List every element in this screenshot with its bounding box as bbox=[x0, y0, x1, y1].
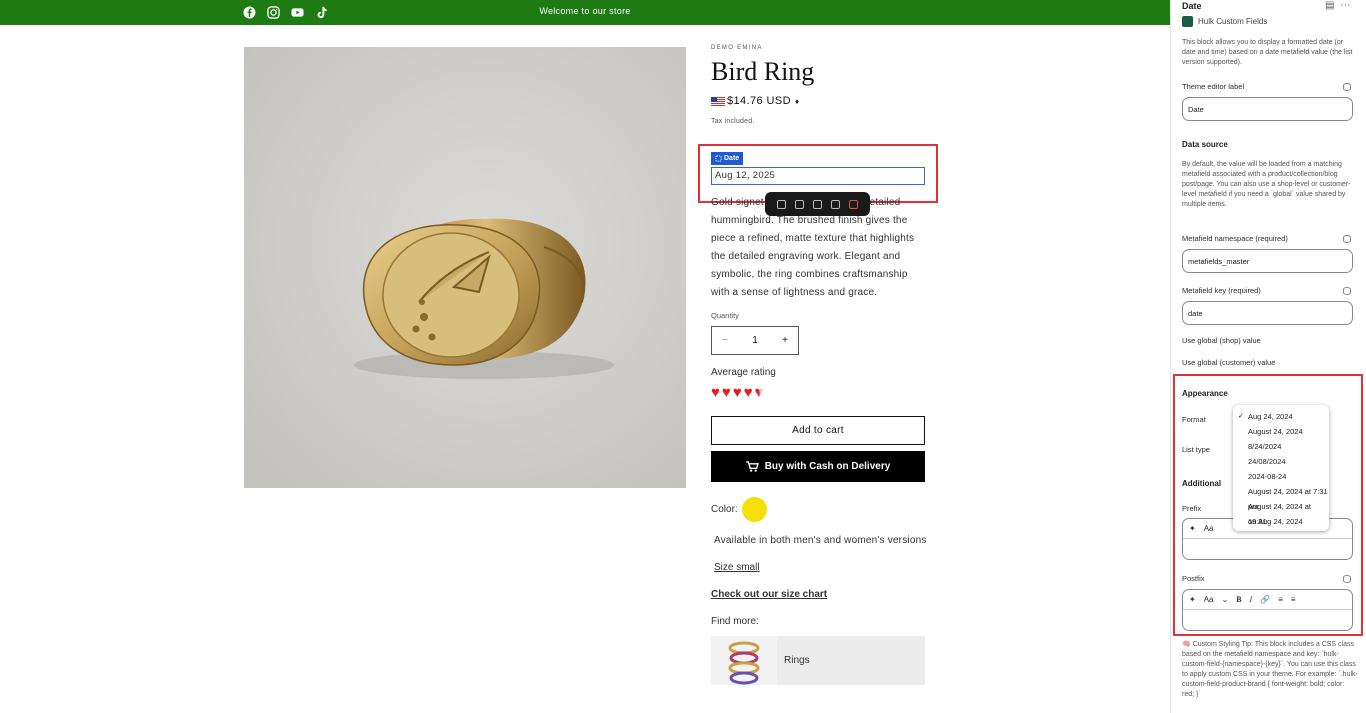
format-option[interactable]: Aug 24, 2024 bbox=[1233, 409, 1329, 424]
tax-note: Tax included. bbox=[711, 118, 755, 125]
format-option[interactable]: 8/24/2024 bbox=[1233, 439, 1329, 454]
font-style-button[interactable]: Aa bbox=[1204, 524, 1214, 533]
namespace-label: Metafield namespace (required) bbox=[1182, 234, 1288, 243]
rating-label: Average rating bbox=[711, 367, 776, 378]
magic-icon[interactable]: ✦ bbox=[1189, 595, 1196, 604]
panel-title: Date bbox=[1182, 1, 1202, 11]
data-source-text: By default, the value will be loaded fro… bbox=[1182, 161, 1351, 208]
block-intro: This block allows you to display a forma… bbox=[1182, 39, 1353, 66]
data-source-title: Data source bbox=[1182, 140, 1228, 149]
heart-icon: ♥ bbox=[711, 384, 720, 401]
global-customer-label: Use global (customer) value bbox=[1182, 358, 1276, 367]
product-price: $14.76 USD bbox=[727, 95, 791, 107]
buy-cod-label: Buy with Cash on Delivery bbox=[764, 461, 891, 472]
price-row: $14.76 USD ♦ bbox=[711, 95, 926, 107]
namespace-input[interactable]: metafields_master bbox=[1182, 249, 1353, 273]
format-option[interactable]: 24/08/2024 bbox=[1233, 454, 1329, 469]
availability-text: Available in both men's and women's vers… bbox=[714, 535, 927, 546]
app-row: Hulk Custom Fields bbox=[1182, 16, 1267, 27]
color-swatch[interactable] bbox=[741, 497, 767, 522]
size-chart-link[interactable]: Check out our size chart bbox=[711, 589, 827, 600]
cart-icon bbox=[745, 461, 759, 472]
find-more-label: Find more: bbox=[711, 616, 759, 627]
postfix-toolbar: ✦ Aa ⌄ B I 🔗 ≡ ≡ bbox=[1183, 590, 1352, 610]
database-icon[interactable] bbox=[1343, 235, 1351, 243]
database-icon[interactable] bbox=[1343, 287, 1351, 295]
size-small-link[interactable]: Size small bbox=[714, 562, 760, 573]
color-row: Color: bbox=[711, 497, 767, 522]
global-shop-label: Use global (shop) value bbox=[1182, 336, 1261, 345]
additional-title: Additional bbox=[1182, 479, 1222, 488]
numbered-list-icon[interactable]: ≡ bbox=[1291, 595, 1296, 604]
magic-icon[interactable]: ✦ bbox=[1189, 524, 1196, 533]
postfix-editor[interactable]: ✦ Aa ⌄ B I 🔗 ≡ ≡ bbox=[1182, 589, 1353, 631]
heart-icon: ♥ bbox=[743, 384, 753, 401]
announcement-bar: Welcome to our store bbox=[0, 0, 1170, 25]
key-input[interactable]: date bbox=[1182, 301, 1353, 325]
us-flag-icon[interactable] bbox=[711, 96, 725, 106]
font-style-button[interactable]: Aa bbox=[1204, 595, 1214, 604]
panel-header-actions: ▤ ⋯ bbox=[1325, 0, 1350, 11]
link-icon[interactable]: 🔗 bbox=[1260, 595, 1270, 604]
collection-thumbnail bbox=[711, 636, 777, 685]
list-type-label: List type bbox=[1182, 445, 1210, 454]
move-up-icon[interactable] bbox=[777, 199, 787, 209]
format-option[interactable]: 2024-08-24 bbox=[1233, 469, 1329, 484]
block-icon bbox=[715, 155, 722, 162]
block-toolbar bbox=[765, 192, 870, 216]
key-label: Metafield key (required) bbox=[1182, 286, 1261, 295]
italic-button[interactable]: I bbox=[1250, 595, 1253, 604]
date-block-chip[interactable]: Date bbox=[711, 152, 744, 165]
qty-plus-button[interactable]: + bbox=[782, 335, 788, 346]
date-value[interactable]: Aug 12, 2025 bbox=[711, 167, 925, 185]
product-title: Bird Ring bbox=[711, 57, 815, 86]
duplicate-icon[interactable] bbox=[812, 199, 822, 209]
theme-preview: Welcome to our store DEMO EMINA Bird Rin… bbox=[0, 0, 1170, 713]
collection-card-rings[interactable]: Rings bbox=[711, 636, 925, 685]
format-option[interactable]: August 24, 2024 at 7:31 pm bbox=[1233, 484, 1329, 511]
prefix-label: Prefix bbox=[1182, 504, 1202, 513]
format-option[interactable]: on Aug 24, 2024 bbox=[1233, 514, 1329, 529]
currency-selector-icon[interactable]: ♦ bbox=[795, 97, 799, 106]
announcement-text: Welcome to our store bbox=[539, 6, 631, 16]
color-label: Color: bbox=[711, 504, 738, 515]
postfix-label: Postfix bbox=[1182, 574, 1205, 583]
format-label: Format bbox=[1182, 415, 1206, 424]
product-vendor: DEMO EMINA bbox=[711, 45, 763, 51]
format-dropdown[interactable]: Aug 24, 2024 August 24, 2024 8/24/2024 2… bbox=[1233, 405, 1329, 531]
delete-icon[interactable] bbox=[848, 199, 858, 209]
theme-editor-label-input[interactable]: Date bbox=[1182, 97, 1353, 121]
product-image[interactable] bbox=[244, 47, 686, 488]
buy-cod-button[interactable]: Buy with Cash on Delivery bbox=[711, 451, 925, 482]
more-options-icon[interactable]: ⋯ bbox=[1340, 0, 1350, 11]
styling-tip: 🧠 Custom Styling Tip: This block include… bbox=[1182, 641, 1358, 698]
format-option[interactable]: August 24, 2024 at 19:31 bbox=[1233, 499, 1329, 526]
app-name[interactable]: Hulk Custom Fields bbox=[1198, 17, 1267, 26]
rating-hearts: ♥ ♥ ♥ ♥ ♥ bbox=[711, 384, 764, 402]
qty-value[interactable]: 1 bbox=[752, 335, 758, 346]
chevron-down-icon[interactable]: ⌄ bbox=[1222, 595, 1229, 604]
settings-panel: Date ▤ ⋯ Hulk Custom Fields This block a… bbox=[1170, 0, 1366, 713]
quantity-label: Quantity bbox=[711, 311, 739, 320]
database-icon[interactable] bbox=[1343, 83, 1351, 91]
bullet-list-icon[interactable]: ≡ bbox=[1278, 595, 1283, 604]
app-logo-icon bbox=[1182, 16, 1193, 27]
bold-button[interactable]: B bbox=[1236, 595, 1241, 604]
move-down-icon[interactable] bbox=[795, 199, 805, 209]
add-to-cart-button[interactable]: Add to cart bbox=[711, 416, 925, 445]
product-info: DEMO EMINA Bird Ring $14.76 USD ♦ Tax in… bbox=[711, 45, 926, 125]
quantity-stepper: − 1 + bbox=[711, 326, 799, 355]
theme-editor-label-title: Theme editor label bbox=[1182, 82, 1245, 91]
appearance-title: Appearance bbox=[1182, 389, 1228, 398]
format-option[interactable]: August 24, 2024 bbox=[1233, 424, 1329, 439]
collection-card-label: Rings bbox=[784, 655, 810, 666]
dynamic-source-icon[interactable]: ▤ bbox=[1325, 0, 1334, 11]
heart-icon: ♥ bbox=[732, 384, 742, 401]
qty-minus-button[interactable]: − bbox=[722, 335, 728, 346]
heart-icon: ♥ bbox=[721, 384, 731, 401]
half-heart-icon: ♥ bbox=[754, 384, 764, 401]
date-block-label: Date bbox=[724, 155, 740, 162]
database-icon[interactable] bbox=[1343, 575, 1351, 583]
hide-icon[interactable] bbox=[830, 199, 840, 209]
